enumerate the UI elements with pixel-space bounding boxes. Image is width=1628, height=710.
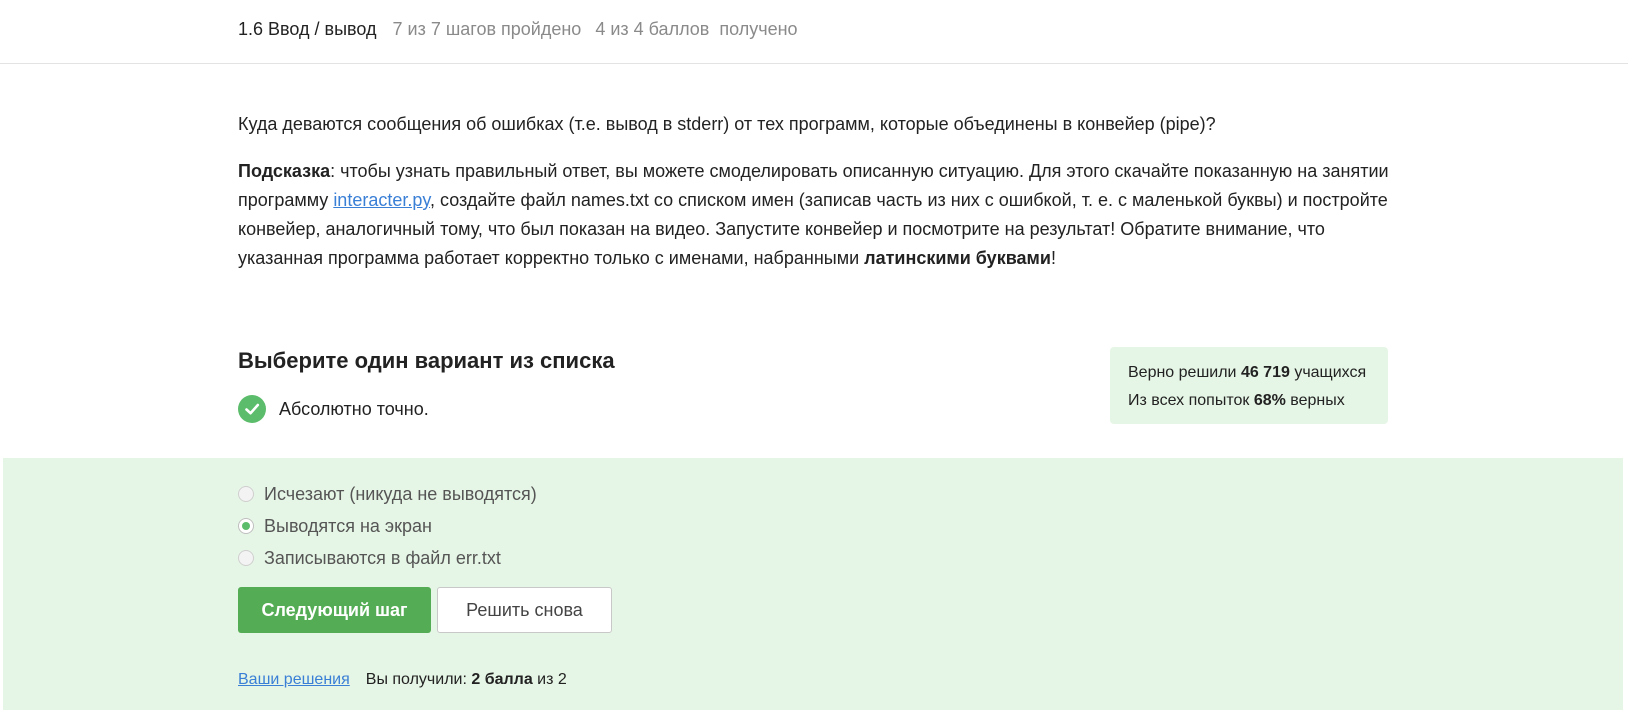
radio-dot — [242, 522, 250, 530]
hint-bold-latin: латинскими буквами — [864, 248, 1051, 268]
stats-percent-suffix: верных — [1285, 392, 1345, 409]
lesson-title[interactable]: 1.6 Ввод / вывод — [238, 19, 377, 39]
radio-unchecked-icon[interactable] — [238, 486, 254, 502]
option-screen[interactable]: Выводятся на экран — [238, 510, 537, 542]
option-file[interactable]: Записываются в файл err.txt — [238, 542, 537, 574]
radio-unchecked-icon[interactable] — [238, 550, 254, 566]
header-row: 1.6 Ввод / вывод 7 из 7 шагов пройдено 4 и… — [238, 19, 798, 40]
hint-label: Подсказка — [238, 161, 331, 181]
check-circle-icon — [238, 395, 266, 423]
radio-checked-icon[interactable] — [238, 518, 254, 534]
retry-button[interactable]: Решить снова — [437, 587, 612, 633]
interacter-download-link[interactable]: interacter.py — [333, 190, 430, 210]
stats-percent-line: Из всех попыток 68% верных — [1128, 387, 1370, 415]
stats-percent: 68% — [1253, 392, 1286, 409]
option-disappear[interactable]: Исчезают (никуда не выводятся) — [238, 478, 537, 510]
stats-percent-prefix: Из всех попыток — [1128, 392, 1254, 409]
choose-title: Выберите один вариант из списка — [238, 348, 615, 373]
stats-solved-line: Верно решили 46 719 учащихся — [1128, 359, 1370, 387]
stats-solved-suffix: учащихся — [1289, 364, 1367, 381]
option-label: Выводятся на экран — [264, 515, 432, 536]
hint-paragraph: Подсказка: чтобы узнать правильный ответ… — [238, 157, 1398, 273]
hint-tail: ! — [1050, 248, 1056, 268]
answer-options: Исчезают (никуда не выводятся) Выводятся… — [238, 478, 537, 574]
score-prefix: Вы получили: — [365, 671, 472, 688]
option-label: Исчезают (никуда не выводятся) — [264, 483, 537, 504]
option-label: Записываются в файл err.txt — [264, 547, 501, 568]
stats-solved-count: 46 719 — [1240, 364, 1290, 381]
your-solutions-link[interactable]: Ваши решения — [238, 671, 350, 688]
next-step-button[interactable]: Следующий шаг — [238, 587, 431, 633]
steps-progress: 7 из 7 шагов пройдено — [392, 19, 582, 39]
lesson-header: 1.6 Ввод / вывод 7 из 7 шагов пройдено 4 и… — [0, 0, 1628, 64]
stats-box: Верно решили 46 719 учащихся Из всех поп… — [1110, 347, 1388, 424]
stats-solved-prefix: Верно решили — [1128, 364, 1241, 381]
points-progress: 4 из 4 баллов получено — [595, 19, 798, 39]
question-text: Куда деваются сообщения об ошибках (т.е.… — [238, 114, 1216, 134]
footer-row: Ваши решения Вы получили: 2 балла из 2 — [238, 671, 567, 689]
feedback-message: Абсолютно точно. — [238, 395, 429, 423]
score-value: 2 балла — [471, 671, 533, 688]
score-suffix: из 2 — [532, 671, 567, 688]
feedback-text: Абсолютно точно. — [279, 398, 429, 419]
